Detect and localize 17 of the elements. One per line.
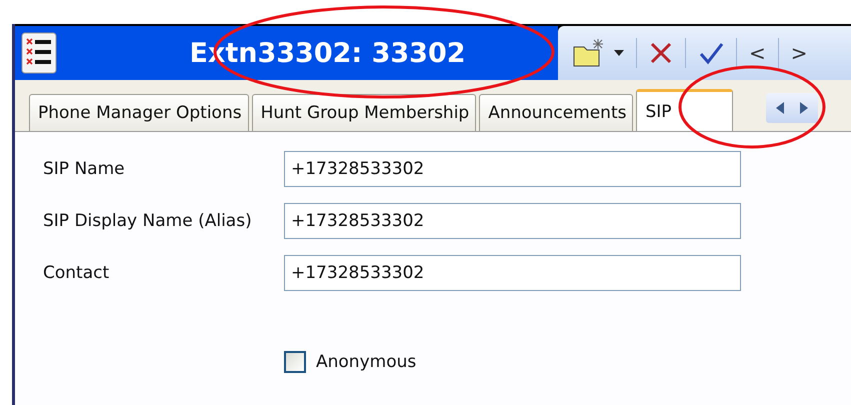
scroll-left-icon[interactable] (776, 102, 784, 114)
input-field[interactable]: +17328533302 (284, 203, 741, 239)
scroll-right-icon[interactable] (800, 102, 808, 114)
list-icon (21, 32, 57, 74)
tab[interactable]: Phone Manager Options (29, 94, 249, 131)
checkbox[interactable] (284, 351, 306, 373)
tab[interactable]: SIP (636, 89, 733, 131)
checkbox-label: Anonymous (316, 352, 416, 372)
field-label: SIP Display Name (Alias) (43, 211, 253, 231)
tab[interactable]: Announcements (479, 94, 634, 131)
input-field[interactable]: +17328533302 (284, 151, 741, 187)
field-label: Contact (43, 263, 110, 283)
input-field[interactable]: +17328533302 (284, 255, 741, 291)
previous-button[interactable]: < (745, 41, 770, 65)
next-button[interactable]: > (786, 41, 812, 65)
tab[interactable]: Hunt Group Membership (252, 94, 476, 131)
field-label: SIP Name (43, 159, 126, 179)
